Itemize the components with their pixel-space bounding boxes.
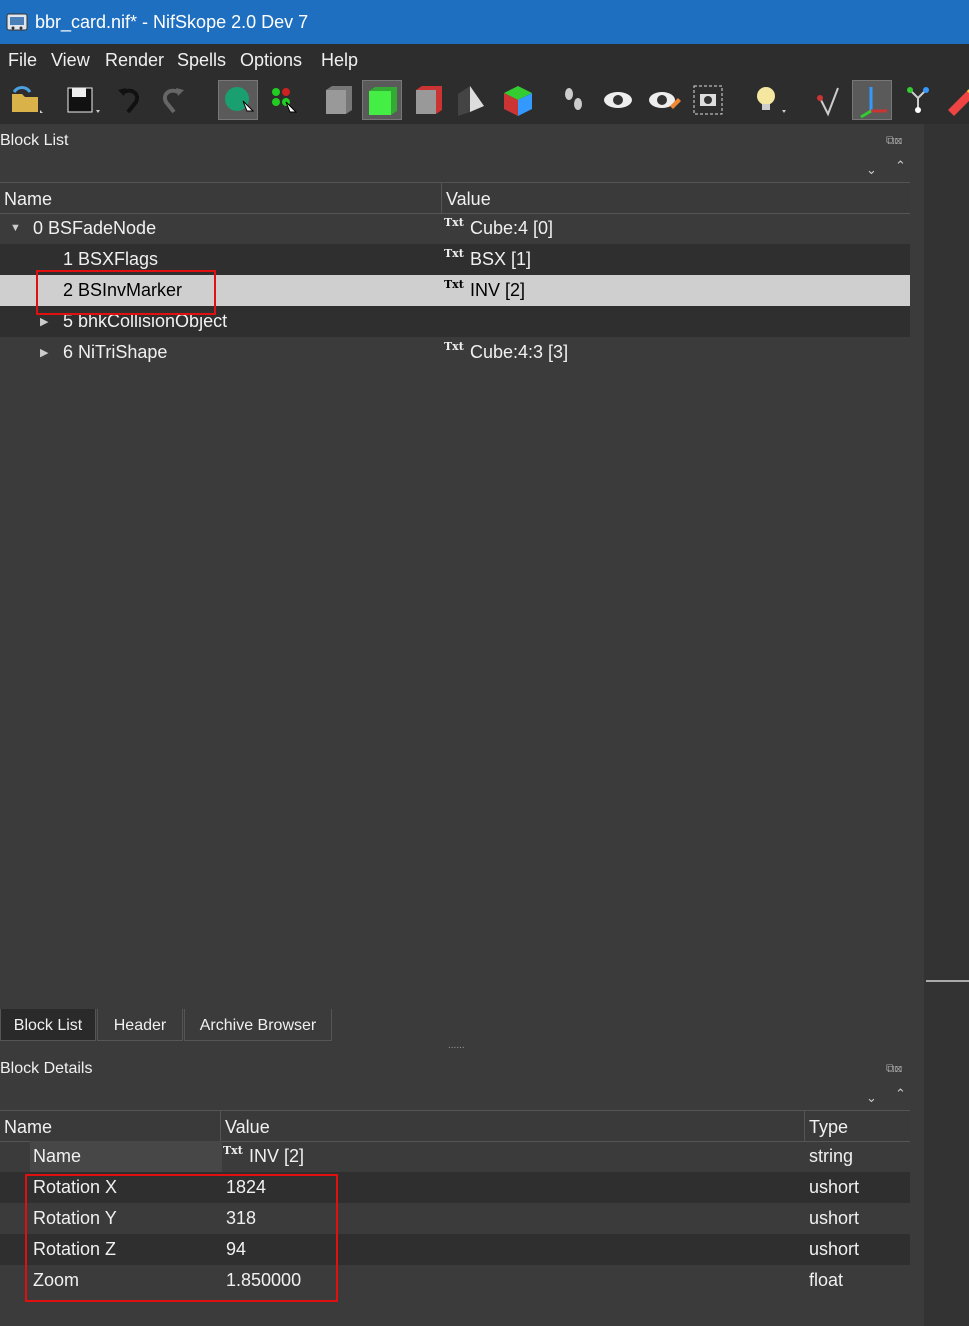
column-type[interactable]: Type bbox=[809, 1117, 848, 1138]
block-value: INV [2] bbox=[470, 280, 526, 300]
block-list-float-close-icons[interactable]: ⧉⊠ bbox=[886, 133, 902, 148]
redo-icon[interactable] bbox=[152, 80, 192, 120]
title-bar: bbr_card.nif* - NifSkope 2.0 Dev 7 bbox=[0, 0, 969, 44]
block-details-title: Block Details bbox=[0, 1060, 93, 1077]
eye-icon[interactable] bbox=[598, 80, 638, 120]
open-file-icon[interactable] bbox=[6, 80, 46, 120]
planes-icon[interactable] bbox=[452, 80, 492, 120]
details-expand-icon[interactable]: ⌃ bbox=[895, 1086, 906, 1102]
color-cube-icon[interactable] bbox=[498, 80, 538, 120]
window-title: bbr_card.nif* - NifSkope 2.0 Dev 7 bbox=[35, 12, 309, 32]
block-name: 0 BSFadeNode bbox=[33, 218, 157, 238]
eye-edit-icon[interactable] bbox=[644, 80, 684, 120]
node-tree-icon[interactable] bbox=[898, 80, 938, 120]
highlight-box-bsinvmarker bbox=[36, 270, 216, 315]
text-type-icon: Txt bbox=[223, 1144, 243, 1157]
text-type-icon: Txt bbox=[444, 247, 464, 260]
nifskope-app-icon bbox=[6, 13, 28, 31]
tab-block-list[interactable]: Block List bbox=[0, 1009, 96, 1041]
tree-row[interactable]: ▼ 0 BSFadeNode Txt Cube:4 [0] bbox=[0, 213, 910, 244]
cube-solid-icon[interactable] bbox=[318, 80, 358, 120]
dock-splitter-handle[interactable]: ...... bbox=[448, 1040, 465, 1051]
highlight-box-rotation-zoom bbox=[25, 1174, 338, 1302]
block-details-header: Name Value Type bbox=[0, 1110, 910, 1142]
menu-spells[interactable]: Spells bbox=[177, 50, 226, 71]
text-type-icon: Txt bbox=[444, 340, 464, 353]
tab-header[interactable]: Header bbox=[97, 1009, 183, 1041]
expand-all-icon[interactable]: ⌃ bbox=[895, 158, 906, 174]
splitter-handle[interactable] bbox=[926, 980, 969, 982]
column-name[interactable]: Name bbox=[4, 1117, 52, 1138]
field-name: Name bbox=[33, 1146, 82, 1166]
menu-render[interactable]: Render bbox=[105, 50, 164, 71]
tab-archive-browser[interactable]: Archive Browser bbox=[184, 1009, 332, 1041]
field-type: ushort bbox=[809, 1208, 860, 1228]
block-name: 1 BSXFlags bbox=[63, 249, 159, 269]
select-object-icon[interactable] bbox=[218, 80, 258, 120]
paint-icon[interactable] bbox=[942, 80, 969, 120]
field-type: string bbox=[809, 1146, 854, 1166]
expanded-arrow-icon[interactable]: ▼ bbox=[10, 222, 21, 234]
menu-file[interactable]: File bbox=[8, 50, 37, 71]
select-vertex-icon[interactable] bbox=[264, 80, 304, 120]
column-value[interactable]: Value bbox=[225, 1117, 270, 1138]
save-icon[interactable] bbox=[62, 80, 102, 120]
collapsed-arrow-icon[interactable]: ▶ bbox=[40, 315, 48, 328]
text-type-icon: Txt bbox=[444, 216, 464, 229]
block-list-header: Name Value bbox=[0, 182, 910, 214]
details-collapse-icon[interactable]: ⌄ bbox=[866, 1090, 877, 1106]
cube-red-icon[interactable] bbox=[408, 80, 448, 120]
field-type: ushort bbox=[809, 1239, 860, 1259]
field-type: float bbox=[809, 1270, 844, 1290]
toolbar bbox=[0, 76, 969, 124]
text-type-icon: Txt bbox=[444, 278, 464, 291]
menu-view[interactable]: View bbox=[51, 50, 90, 71]
field-value[interactable]: INV [2] bbox=[249, 1146, 304, 1167]
column-value[interactable]: Value bbox=[446, 189, 491, 210]
block-value: Cube:4:3 [3] bbox=[470, 342, 569, 362]
cube-textured-icon[interactable] bbox=[362, 80, 402, 120]
menu-options[interactable]: Options bbox=[240, 50, 302, 71]
collapsed-arrow-icon[interactable]: ▶ bbox=[40, 346, 48, 359]
axes-icon[interactable] bbox=[852, 80, 892, 120]
menu-help[interactable]: Help bbox=[321, 50, 358, 71]
menu-bar: File View Render Spells Options Help bbox=[0, 44, 969, 76]
footprints-icon[interactable] bbox=[554, 80, 594, 120]
dock-tabs: Block List Header Archive Browser bbox=[0, 1009, 910, 1043]
collapse-all-icon[interactable]: ⌄ bbox=[866, 162, 877, 178]
block-value: Cube:4 [0] bbox=[470, 218, 554, 238]
tree-row[interactable]: ▶ 6 NiTriShape Txt Cube:4:3 [3] bbox=[0, 337, 910, 368]
undo-icon[interactable] bbox=[110, 80, 150, 120]
details-row[interactable]: Name Txt INV [2] string bbox=[0, 1141, 910, 1172]
block-details-float-close-icons[interactable]: ⧉⊠ bbox=[886, 1061, 902, 1076]
render-viewport[interactable] bbox=[924, 124, 969, 1326]
lighting-icon[interactable] bbox=[748, 80, 788, 120]
block-value: BSX [1] bbox=[470, 249, 532, 269]
marker-pin-icon[interactable] bbox=[808, 80, 848, 120]
column-name[interactable]: Name bbox=[4, 189, 52, 210]
block-list-title: Block List bbox=[0, 132, 69, 149]
field-type: ushort bbox=[809, 1177, 860, 1197]
screenshot-icon[interactable] bbox=[688, 80, 728, 120]
block-name: 6 NiTriShape bbox=[63, 342, 168, 362]
